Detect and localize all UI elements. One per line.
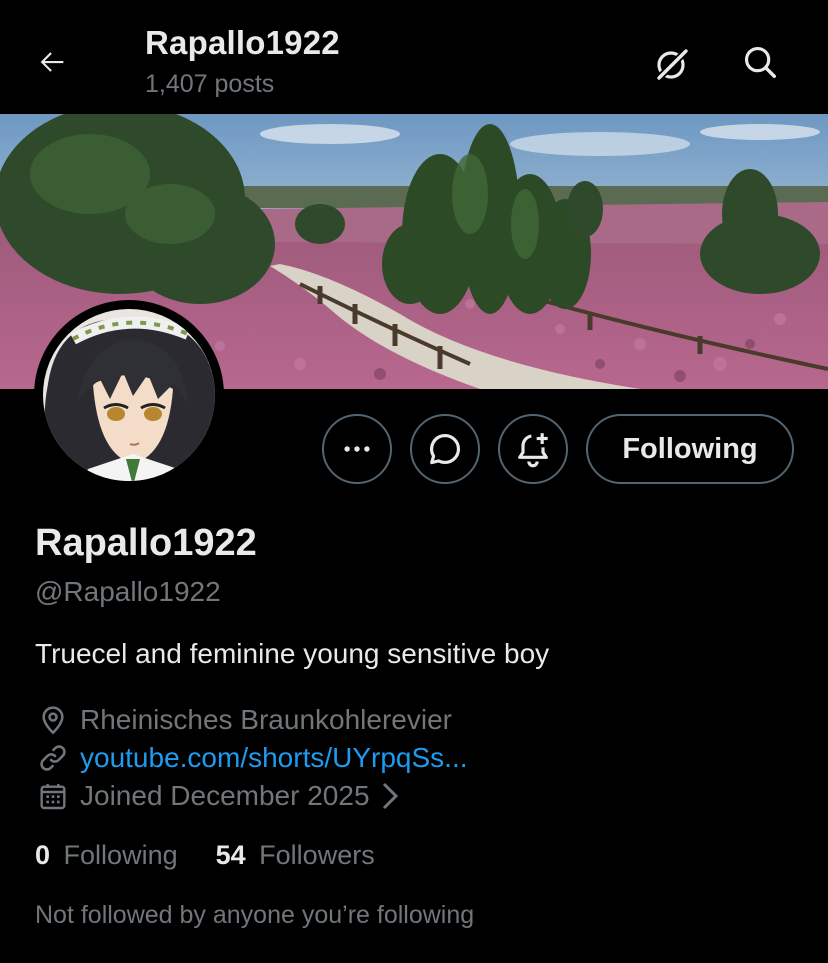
user-handle: @Rapallo1922 — [35, 576, 221, 607]
followers-stat[interactable]: 54 Followers — [216, 840, 375, 871]
bio: Truecel and feminine young sensitive boy — [35, 638, 550, 669]
location-icon — [35, 702, 71, 738]
location-row: Rheinisches Braunkohlerevier — [35, 702, 452, 738]
header-title: Rapallo1922 — [145, 24, 340, 61]
avatar[interactable] — [34, 300, 224, 490]
avatar-image — [40, 306, 218, 484]
following-count: 0 — [35, 840, 51, 870]
back-arrow-icon — [40, 52, 64, 72]
following-button[interactable]: Following — [586, 414, 794, 484]
search-button[interactable] — [738, 40, 782, 84]
header-post-count: 1,407 posts — [145, 70, 275, 98]
back-button[interactable] — [30, 40, 74, 84]
followers-label: Followers — [259, 840, 375, 870]
joined-text: Joined December 2025 — [80, 780, 370, 811]
message-button[interactable] — [410, 414, 480, 484]
search-icon — [744, 46, 776, 78]
website-link[interactable]: youtube.com/shorts/UYrpqSs... — [80, 742, 468, 774]
follow-stats: 0 Following 54 Followers — [35, 840, 413, 871]
message-icon — [430, 433, 461, 465]
display-name: Rapallo1922 — [35, 522, 257, 564]
website-row: youtube.com/shorts/UYrpqSs... — [35, 740, 468, 776]
following-label: Following — [63, 840, 178, 870]
more-options-button[interactable] — [322, 414, 392, 484]
followed-by-text: Not followed by anyone you’re following — [35, 901, 475, 929]
link-icon — [35, 740, 71, 776]
notification-add-icon — [518, 433, 548, 468]
top-bar: Rapallo1922 1,407 posts — [0, 0, 828, 114]
grok-button[interactable] — [650, 42, 694, 86]
location-text: Rheinisches Braunkohlerevier — [80, 704, 452, 735]
following-stat[interactable]: 0 Following — [35, 840, 178, 871]
followers-count: 54 — [215, 840, 246, 870]
calendar-icon — [35, 778, 71, 814]
profile-page: Rapallo1922 1,407 posts Following Rapall… — [0, 0, 828, 963]
notifications-button[interactable] — [498, 414, 568, 484]
grok-icon — [655, 47, 690, 82]
more-icon — [344, 446, 370, 452]
chevron-right-icon — [380, 781, 400, 811]
joined-row[interactable]: Joined December 2025 — [35, 778, 400, 814]
